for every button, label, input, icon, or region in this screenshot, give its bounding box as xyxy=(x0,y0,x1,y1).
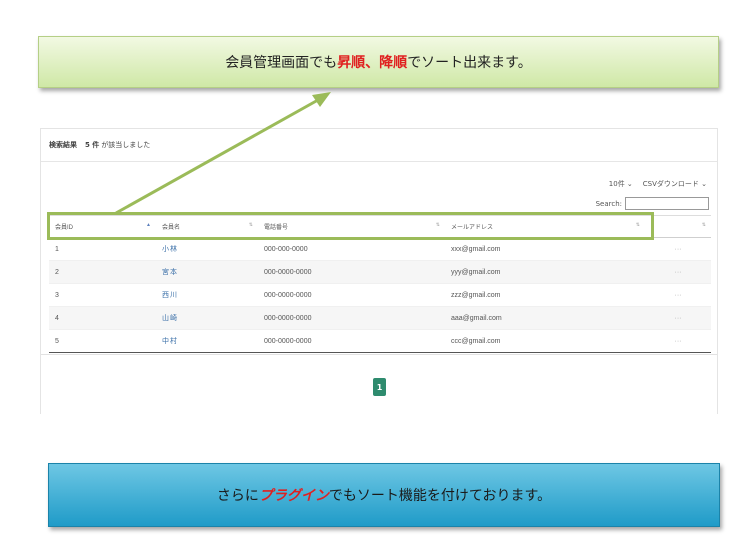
cell-id: 3 xyxy=(49,283,156,307)
header-phone[interactable]: 電話番号 ⇅ xyxy=(258,215,445,238)
sort-icon: ⇅ xyxy=(701,222,706,228)
arrow-head-icon xyxy=(312,92,331,107)
row-menu-icon[interactable]: ··· xyxy=(645,237,711,261)
cell-name-link[interactable]: 小林 xyxy=(156,237,258,261)
csv-download-button[interactable]: CSVダウンロード ⌄ xyxy=(643,179,707,189)
table-row: 1 小林 000-000-0000 xxx@gmail.com ··· xyxy=(49,237,711,261)
callout-bottom-text: さらにプラグインでもソート機能を付けております。 xyxy=(216,488,552,504)
cell-mail: xxx@gmail.com xyxy=(445,237,645,261)
table-toolbar: 10件 ⌄ CSVダウンロード ⌄ xyxy=(609,179,707,189)
table-row: 4 山崎 000-0000-0000 aaa@gmail.com ··· xyxy=(49,306,711,330)
cell-mail: aaa@gmail.com xyxy=(445,306,645,330)
sort-asc-icon: ▲ xyxy=(146,222,151,228)
header-member-name[interactable]: 会員名 ⇅ xyxy=(156,215,258,238)
header-actions[interactable]: ⇅ xyxy=(645,215,711,238)
cell-name-link[interactable]: 中村 xyxy=(156,329,258,353)
cell-mail: yyy@gmail.com xyxy=(445,260,645,284)
cell-mail: ccc@gmail.com xyxy=(445,329,645,353)
row-menu-icon[interactable]: ··· xyxy=(645,306,711,330)
cell-id: 2 xyxy=(49,260,156,284)
search-input[interactable] xyxy=(625,197,709,210)
result-label: 検索結果 xyxy=(49,141,77,149)
pagination-page-button[interactable]: 1 xyxy=(373,378,386,396)
header-email[interactable]: メールアドレス ⇅ xyxy=(445,215,645,238)
member-list-panel: 検索結果 5 件 が該当しました 10件 ⌄ CSVダウンロード ⌄ Searc… xyxy=(40,128,718,414)
cell-name-link[interactable]: 宮本 xyxy=(156,260,258,284)
header-member-id[interactable]: 会員ID ▲ xyxy=(49,215,156,238)
table-row: 2 宮本 000-0000-0000 yyy@gmail.com ··· xyxy=(49,260,711,284)
cell-name-link[interactable]: 山崎 xyxy=(156,306,258,330)
cell-name-link[interactable]: 西川 xyxy=(156,283,258,307)
row-menu-icon[interactable]: ··· xyxy=(645,329,711,353)
table-row: 3 西川 000-0000-0000 zzz@gmail.com ··· xyxy=(49,283,711,307)
callout-bottom-highlight: プラグイン xyxy=(258,488,329,504)
sort-icon: ⇅ xyxy=(635,222,640,228)
row-menu-icon[interactable]: ··· xyxy=(645,283,711,307)
search-row: Search: xyxy=(596,197,709,210)
cell-tel: 000-0000-0000 xyxy=(258,329,445,353)
result-suffix: が該当しました xyxy=(101,141,151,149)
cell-id: 4 xyxy=(49,306,156,330)
callout-top: 会員管理画面でも昇順、降順でソート出来ます。 xyxy=(38,36,719,88)
cell-id: 1 xyxy=(49,237,156,261)
cell-mail: zzz@gmail.com xyxy=(445,283,645,307)
member-table: 会員ID ▲ 会員名 ⇅ 電話番号 ⇅ メールアドレス ⇅ ⇅ 1 小林 000-000… xyxy=(49,215,711,353)
panel-divider xyxy=(41,354,717,355)
cell-tel: 000-0000-0000 xyxy=(258,260,445,284)
cell-tel: 000-0000-0000 xyxy=(258,283,445,307)
table-header-row: 会員ID ▲ 会員名 ⇅ 電話番号 ⇅ メールアドレス ⇅ ⇅ xyxy=(49,215,711,238)
callout-top-highlight: 昇順、降順 xyxy=(337,55,408,71)
cell-tel: 000-0000-0000 xyxy=(258,306,445,330)
row-menu-icon[interactable]: ··· xyxy=(645,260,711,284)
sort-icon: ⇅ xyxy=(435,222,440,228)
result-summary: 検索結果 5 件 が該当しました xyxy=(41,129,717,162)
callout-bottom: さらにプラグインでもソート機能を付けております。 xyxy=(48,463,720,527)
result-count: 5 件 xyxy=(85,141,100,149)
table-row: 5 中村 000-0000-0000 ccc@gmail.com ··· xyxy=(49,329,711,353)
cell-tel: 000-000-0000 xyxy=(258,237,445,261)
search-label: Search: xyxy=(595,199,622,208)
sort-icon: ⇅ xyxy=(248,222,253,228)
cell-id: 5 xyxy=(49,329,156,353)
per-page-select[interactable]: 10件 ⌄ xyxy=(609,179,633,189)
callout-top-text: 会員管理画面でも昇順、降順でソート出来ます。 xyxy=(225,55,532,71)
